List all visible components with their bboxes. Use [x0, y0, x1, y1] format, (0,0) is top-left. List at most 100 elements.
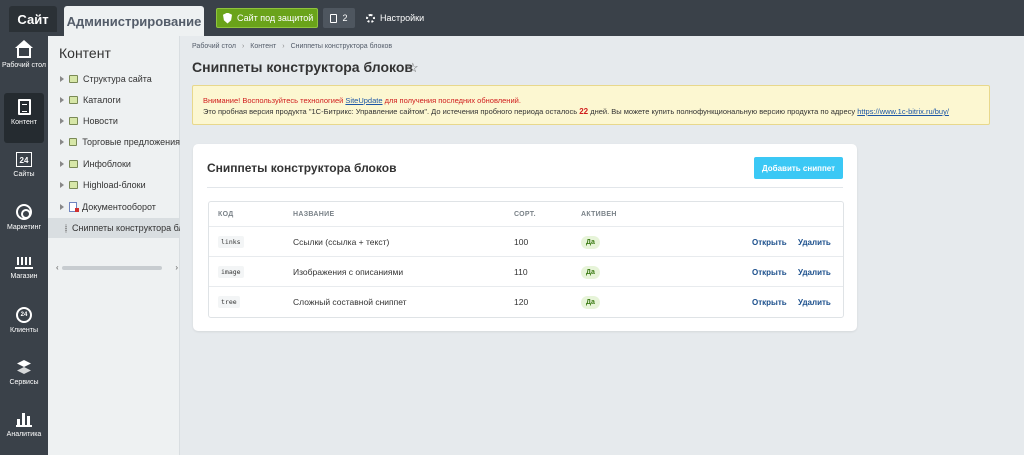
tree-item-trade-offers[interactable]: Торговые предложения	[48, 132, 180, 152]
tree-item-site-structure[interactable]: Структура сайта	[48, 69, 180, 89]
scroll-left-icon[interactable]: ‹	[56, 263, 59, 272]
notification-count: 2	[342, 13, 348, 23]
favorite-star-icon[interactable]: ☆	[407, 60, 419, 76]
tree-item-infoblocks[interactable]: Инфоблоки	[48, 154, 180, 174]
table-row[interactable]: tree Сложный составной сниппет 120 Да От…	[209, 286, 843, 316]
snippet-name: Сложный составной сниппет	[293, 297, 407, 307]
breadcrumb-separator-icon: ›	[282, 43, 285, 50]
rail-item-label: Сайты	[13, 171, 35, 178]
column-header-code[interactable]: КОД	[218, 202, 234, 226]
basket-icon	[15, 255, 33, 269]
active-badge: Да	[581, 257, 600, 287]
column-header-name[interactable]: НАЗВАНИЕ	[293, 202, 334, 226]
folder-icon	[69, 96, 78, 104]
calendar-icon: 24	[16, 152, 32, 167]
expand-arrow-icon[interactable]	[60, 204, 64, 210]
home-icon	[17, 48, 31, 58]
layers-icon	[16, 359, 32, 375]
shield-icon	[223, 12, 232, 24]
folder-icon	[69, 75, 78, 83]
expand-arrow-icon[interactable]	[60, 139, 64, 145]
buy-link[interactable]: https://www.1c-bitrix.ru/buy/	[857, 107, 949, 116]
delete-link[interactable]: Удалить	[798, 227, 831, 257]
rail-item-clients[interactable]: 24 Клиенты	[0, 301, 48, 351]
site-protected-button[interactable]: Сайт под защитой	[216, 8, 318, 28]
table-row[interactable]: image Изображения с описаниями 110 Да От…	[209, 256, 843, 286]
folder-icon	[69, 181, 78, 189]
siteupdate-link[interactable]: SiteUpdate	[345, 96, 382, 105]
document-flow-icon	[69, 202, 79, 212]
column-header-active[interactable]: АКТИВЕН	[581, 202, 617, 226]
tree-title: Контент	[59, 45, 111, 61]
table-row[interactable]: links Ссылки (ссылка + текст) 100 Да Отк…	[209, 226, 843, 256]
delete-link[interactable]: Удалить	[798, 257, 831, 287]
tree-item-label: Highload-блоки	[83, 180, 146, 190]
snippet-code: tree	[218, 287, 240, 317]
expand-arrow-icon[interactable]	[60, 76, 64, 82]
rail-item-shop[interactable]: Магазин	[0, 249, 48, 299]
rail-item-analytics[interactable]: Аналитика	[0, 405, 48, 455]
rail-item-marketing[interactable]: Маркетинг	[0, 198, 48, 248]
b24-icon: 24	[16, 307, 32, 323]
breadcrumb-item[interactable]: Рабочий стол	[192, 43, 236, 50]
open-link[interactable]: Открыть	[752, 287, 787, 317]
tree-item-label: Структура сайта	[83, 74, 152, 84]
tab-site[interactable]: Сайт	[9, 6, 57, 32]
snippet-name: Ссылки (ссылка + текст)	[293, 237, 390, 247]
rail-item-services[interactable]: Сервисы	[0, 353, 48, 403]
column-header-sort[interactable]: СОРТ.	[514, 202, 536, 226]
tree-item-block-snippets[interactable]: Сниппеты конструктора блоков	[48, 218, 180, 238]
breadcrumb-item[interactable]: Контент	[250, 43, 276, 50]
scroll-right-icon[interactable]: ›	[175, 263, 178, 272]
rail-item-label: Аналитика	[6, 431, 42, 438]
gear-icon	[366, 13, 375, 23]
open-link[interactable]: Открыть	[752, 257, 787, 287]
tree-item-label: Каталоги	[83, 95, 121, 105]
page-title: Сниппеты конструктора блоков	[192, 59, 414, 75]
breadcrumb-separator-icon: ›	[241, 43, 245, 50]
settings-button[interactable]: Настройки	[366, 8, 424, 28]
tree-item-news[interactable]: Новости	[48, 111, 180, 131]
snippet-sort: 120	[514, 297, 529, 307]
open-link[interactable]: Открыть	[752, 227, 787, 257]
snippets-card: Сниппеты конструктора блоков Добавить сн…	[193, 144, 857, 331]
notification-icon	[330, 13, 338, 23]
expand-arrow-icon[interactable]	[60, 97, 64, 103]
active-badge: Да	[581, 287, 600, 317]
expand-arrow-icon[interactable]	[60, 182, 64, 188]
tree-item-label: Торговые предложения	[82, 137, 180, 147]
tab-administration[interactable]: Администрирование	[64, 6, 204, 36]
snippet-code: links	[218, 227, 244, 257]
rail-item-sites[interactable]: 24 Сайты	[0, 146, 48, 196]
tree-item-label: Новости	[83, 116, 118, 126]
tree-horizontal-scrollbar[interactable]: ‹ ›	[56, 263, 180, 273]
tree-item-label: Сниппеты конструктора блоков	[72, 223, 180, 233]
snippet-name: Изображения с описаниями	[293, 267, 404, 277]
bar-chart-icon	[16, 411, 32, 427]
tree-item-catalogs[interactable]: Каталоги	[48, 90, 180, 110]
delete-link[interactable]: Удалить	[798, 287, 831, 317]
rail-item-desktop[interactable]: Рабочий стол	[0, 36, 48, 86]
document-icon	[17, 99, 31, 115]
notifications-button[interactable]: 2	[323, 8, 355, 28]
snippet-sort: 110	[514, 267, 528, 277]
settings-label: Настройки	[380, 13, 425, 23]
rail-item-label: Сервисы	[9, 379, 39, 386]
card-title: Сниппеты конструктора блоков	[207, 161, 397, 175]
breadcrumb-item[interactable]: Сниппеты конструктора блоков	[291, 43, 393, 50]
expand-arrow-icon[interactable]	[60, 161, 64, 167]
tree-item-highload-blocks[interactable]: Highload-блоки	[48, 175, 180, 195]
main-menu-rail: Рабочий стол Контент 24 Сайты Маркетинг …	[0, 36, 48, 455]
scrollbar-thumb[interactable]	[62, 266, 162, 270]
trial-warning-banner: Внимание! Воспользуйтесь технологией Sit…	[192, 85, 990, 125]
rail-item-content[interactable]: Контент	[4, 93, 44, 143]
tree-item-label: Инфоблоки	[83, 159, 131, 169]
target-icon	[16, 204, 32, 220]
site-protected-label: Сайт под защитой	[237, 13, 314, 23]
trial-text: дней. Вы можете купить полнофункциональн…	[588, 107, 858, 116]
tree-item-label: Документооборот	[82, 202, 156, 212]
tree-item-document-flow[interactable]: Документооборот	[48, 197, 180, 217]
add-snippet-button[interactable]: Добавить сниппет	[754, 157, 843, 179]
snippet-sort: 100	[514, 237, 529, 247]
expand-arrow-icon[interactable]	[60, 118, 64, 124]
